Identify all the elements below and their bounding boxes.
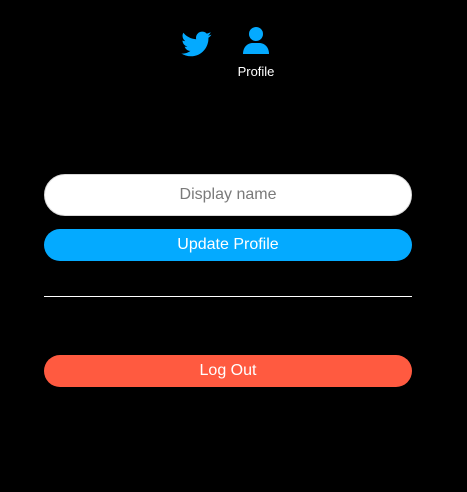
twitter-bird-icon [181, 31, 212, 57]
update-profile-button[interactable]: Update Profile [44, 229, 412, 261]
profile-form: Update Profile [44, 174, 412, 261]
home-link[interactable] [178, 28, 214, 60]
divider [44, 296, 412, 297]
top-navigation: Profile [0, 0, 467, 90]
display-name-input[interactable] [44, 174, 412, 216]
user-icon [242, 26, 270, 56]
log-out-button[interactable]: Log Out [44, 355, 412, 387]
nav-profile-link[interactable]: Profile [228, 26, 284, 84]
nav-profile-label: Profile [237, 64, 275, 79]
profile-page: Profile Update Profile Log Out [0, 0, 467, 492]
